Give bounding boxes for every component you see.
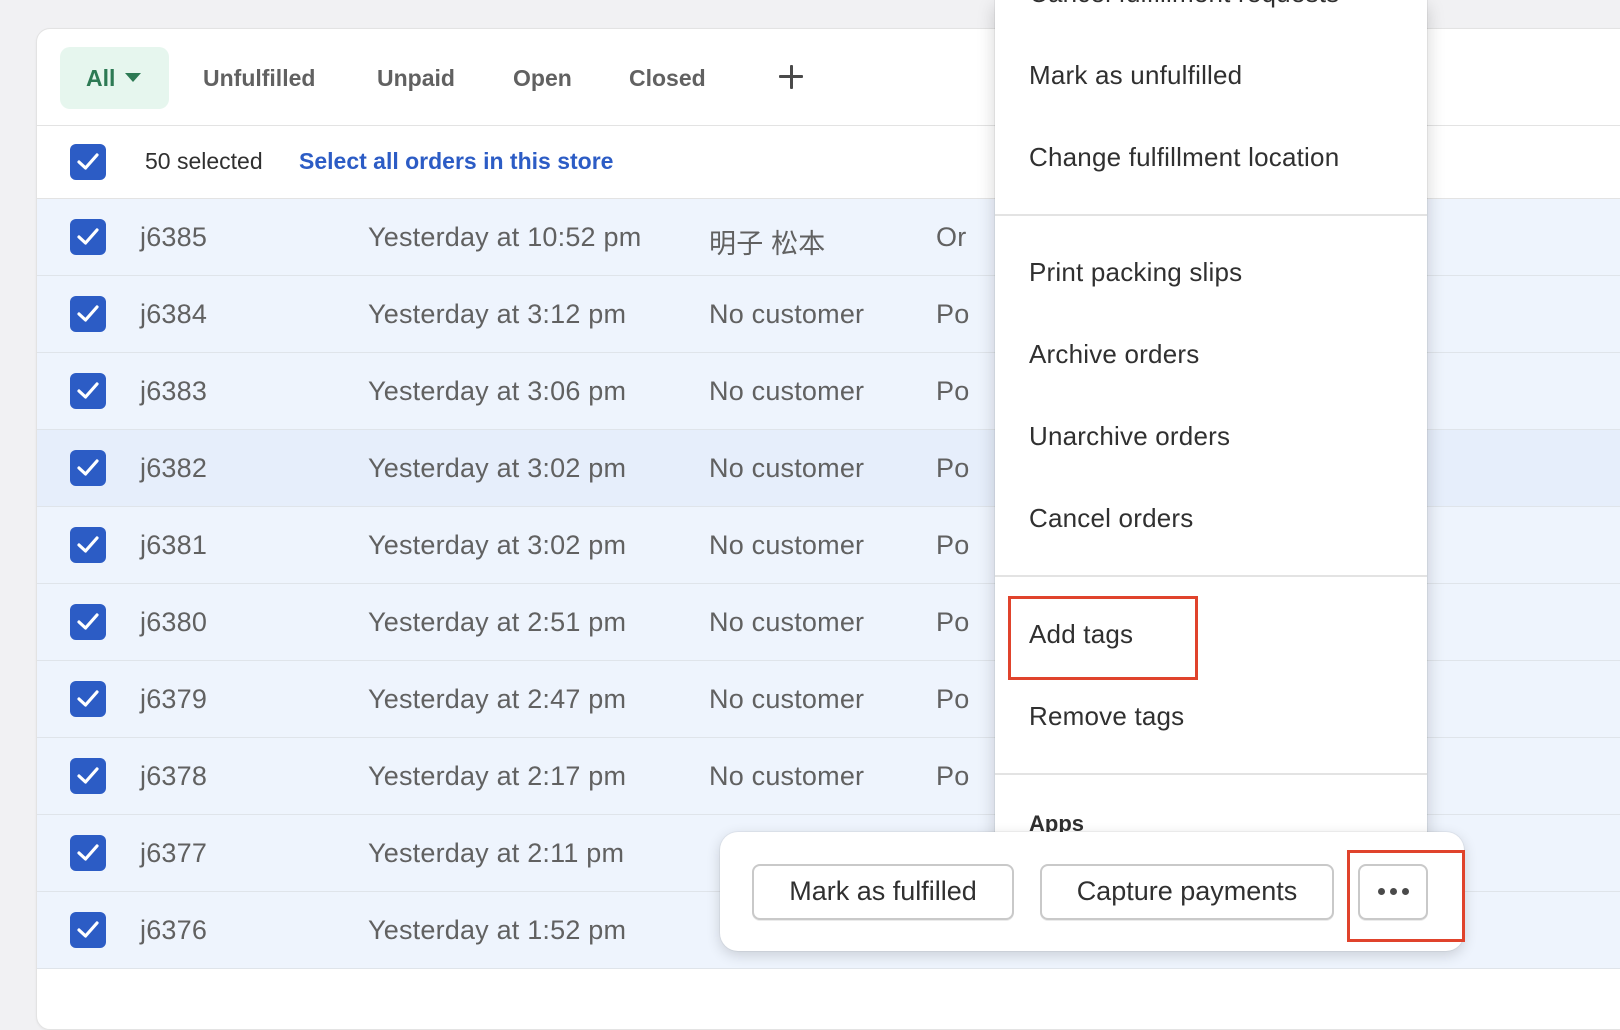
checkmark-icon xyxy=(77,536,99,553)
order-date: Yesterday at 2:51 pm xyxy=(368,607,627,637)
tab-unfulfilled[interactable]: Unfulfilled xyxy=(179,47,339,109)
order-channel: Po xyxy=(936,530,970,560)
checkmark-icon xyxy=(77,459,99,476)
order-date: Yesterday at 2:11 pm xyxy=(368,838,625,868)
select-all-checkbox[interactable] xyxy=(70,144,106,180)
caret-down-icon[interactable] xyxy=(125,73,142,83)
order-customer: No customer xyxy=(709,684,865,714)
checkmark-icon xyxy=(77,690,99,707)
order-channel: Po xyxy=(936,453,970,483)
menu-item-remove-tags[interactable]: Remove tags xyxy=(1029,701,1184,732)
checkmark-icon xyxy=(77,767,99,784)
order-id[interactable]: j6381 xyxy=(140,530,207,561)
checkmark-icon xyxy=(77,153,99,170)
order-id[interactable]: j6377 xyxy=(140,838,207,869)
order-id[interactable]: j6385 xyxy=(140,222,207,253)
menu-item-archive-orders[interactable]: Archive orders xyxy=(1029,339,1199,370)
order-customer: No customer xyxy=(709,376,865,406)
order-id[interactable]: j6380 xyxy=(140,607,207,638)
tab-open[interactable]: Open xyxy=(489,47,596,109)
order-customer: No customer xyxy=(709,761,865,791)
order-date: Yesterday at 3:12 pm xyxy=(368,299,627,329)
highlight-add-tags xyxy=(1008,596,1198,680)
order-channel: Po xyxy=(936,761,970,791)
capture-payments-button[interactable]: Capture payments xyxy=(1040,864,1334,920)
selected-count: 50 selected xyxy=(145,148,263,174)
order-customer: 明子 松本 xyxy=(709,229,826,259)
menu-item-unarchive-orders[interactable]: Unarchive orders xyxy=(1029,421,1230,452)
order-customer: No customer xyxy=(709,607,865,637)
tab-all[interactable]: All xyxy=(60,47,170,109)
row-checkbox[interactable] xyxy=(70,681,106,717)
highlight-more-actions xyxy=(1347,850,1465,942)
order-date: Yesterday at 3:02 pm xyxy=(368,453,627,483)
order-id[interactable]: j6379 xyxy=(140,684,207,715)
checkmark-icon xyxy=(77,844,99,861)
order-channel: Po xyxy=(936,376,970,406)
row-checkbox[interactable] xyxy=(70,296,106,332)
order-date: Yesterday at 2:47 pm xyxy=(368,684,627,714)
tab-closed[interactable]: Closed xyxy=(605,47,730,109)
order-customer: No customer xyxy=(709,299,865,329)
order-channel: Or xyxy=(936,222,967,252)
select-all-orders-link[interactable]: Select all orders in this store xyxy=(299,148,613,175)
order-channel: Po xyxy=(936,607,970,637)
more-actions-menu: Cancel fulfillment requests Mark as unfu… xyxy=(995,0,1427,853)
row-checkbox[interactable] xyxy=(70,450,106,486)
menu-item-cancel-fulfillment-requests[interactable]: Cancel fulfillment requests xyxy=(1029,0,1339,9)
menu-divider xyxy=(995,575,1427,577)
checkmark-icon xyxy=(77,228,99,245)
tab-unpaid[interactable]: Unpaid xyxy=(353,47,479,109)
order-id[interactable]: j6378 xyxy=(140,761,207,792)
order-date: Yesterday at 10:52 pm xyxy=(368,222,642,252)
mark-as-fulfilled-button[interactable]: Mark as fulfilled xyxy=(752,864,1014,920)
tab-label: All xyxy=(86,65,116,91)
order-date: Yesterday at 3:06 pm xyxy=(368,376,627,406)
row-checkbox[interactable] xyxy=(70,373,106,409)
menu-item-mark-unfulfilled[interactable]: Mark as unfulfilled xyxy=(1029,60,1242,91)
row-checkbox[interactable] xyxy=(70,912,106,948)
menu-item-print-packing-slips[interactable]: Print packing slips xyxy=(1029,257,1242,288)
row-checkbox[interactable] xyxy=(70,835,106,871)
order-id[interactable]: j6376 xyxy=(140,915,207,946)
order-id[interactable]: j6384 xyxy=(140,299,207,330)
checkmark-icon xyxy=(77,613,99,630)
order-date: Yesterday at 3:02 pm xyxy=(368,530,627,560)
checkmark-icon xyxy=(77,921,99,938)
menu-divider xyxy=(995,214,1427,216)
row-checkbox[interactable] xyxy=(70,604,106,640)
order-customer: No customer xyxy=(709,453,865,483)
row-checkbox[interactable] xyxy=(70,527,106,563)
checkmark-icon xyxy=(77,305,99,322)
order-customer: No customer xyxy=(709,530,865,560)
checkmark-icon xyxy=(77,382,99,399)
order-channel: Po xyxy=(936,299,970,329)
order-id[interactable]: j6383 xyxy=(140,376,207,407)
row-checkbox[interactable] xyxy=(70,758,106,794)
row-checkbox[interactable] xyxy=(70,219,106,255)
order-date: Yesterday at 1:52 pm xyxy=(368,915,627,945)
order-date: Yesterday at 2:17 pm xyxy=(368,761,627,791)
menu-item-cancel-orders[interactable]: Cancel orders xyxy=(1029,503,1193,534)
menu-item-change-fulfillment-location[interactable]: Change fulfillment location xyxy=(1029,142,1339,173)
plus-icon[interactable] xyxy=(769,55,813,99)
order-channel: Po xyxy=(936,684,970,714)
order-id[interactable]: j6382 xyxy=(140,453,207,484)
menu-divider xyxy=(995,773,1427,775)
